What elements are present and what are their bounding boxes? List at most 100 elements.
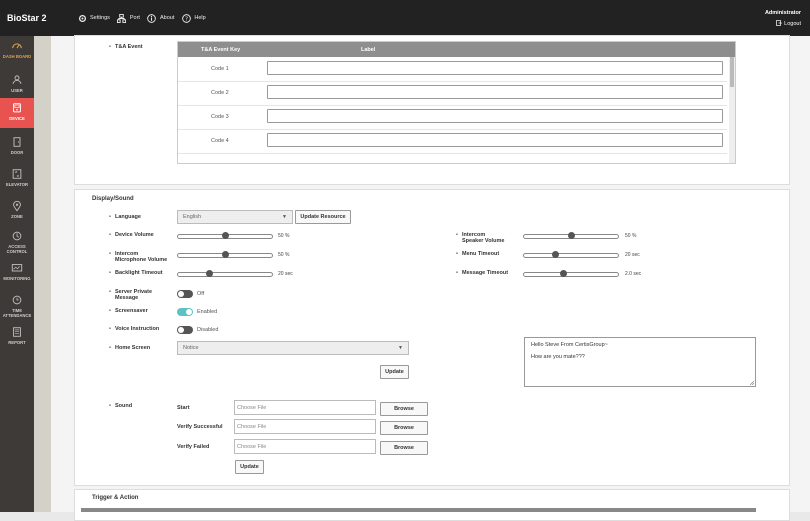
toggle-knob xyxy=(178,327,184,333)
menu-timeout-label: Menu Timeout xyxy=(456,251,499,257)
label-input[interactable] xyxy=(267,85,723,99)
server-private-state: Off xyxy=(197,291,205,297)
app-brand[interactable]: BioStar 2 xyxy=(7,13,47,23)
row-code: Code 4 xyxy=(211,138,229,144)
backlight-slider[interactable] xyxy=(177,270,273,277)
logout-link[interactable]: Logout xyxy=(765,20,801,28)
slider-knob[interactable] xyxy=(552,251,560,258)
row-code: Code 1 xyxy=(211,66,229,72)
user-name[interactable]: Administrator xyxy=(765,10,801,16)
language-value: English xyxy=(183,214,202,220)
update-resource-button[interactable]: Update Resource xyxy=(295,210,351,224)
monitoring-icon xyxy=(11,264,23,272)
slider-knob[interactable] xyxy=(206,270,214,277)
notice-line-2: How are you mate??? xyxy=(531,354,585,360)
intercom-mic-value: 50 % xyxy=(278,252,290,258)
about-link[interactable]: About xyxy=(147,13,174,23)
user-icon xyxy=(12,75,22,84)
sidebar-item-label: DASH BOARD xyxy=(2,54,32,59)
sidebar-item-zone[interactable]: ZONE xyxy=(0,196,34,226)
device-volume-slider[interactable] xyxy=(177,232,273,239)
time-attendance-icon xyxy=(12,295,22,305)
sound-verify-failed-file[interactable]: Choose File xyxy=(234,439,376,454)
sidebar-item-label: REPORT xyxy=(8,340,26,345)
menu-timeout-slider[interactable] xyxy=(523,251,619,258)
intercom-speaker-label: Intercom Speaker Volume xyxy=(456,232,504,244)
server-private-label-line2: Message xyxy=(115,295,139,301)
sound-start-file[interactable]: Choose File xyxy=(234,400,376,415)
language-label: Language xyxy=(109,214,141,220)
sidebar-item-label: ELEVATOR xyxy=(5,182,29,187)
sound-verify-success-file[interactable]: Choose File xyxy=(234,419,376,434)
notice-textarea[interactable]: Hello Steve From CertisGroup~ How are yo… xyxy=(524,337,756,387)
svg-text:?: ? xyxy=(185,16,188,22)
sidebar-item-time-attendance[interactable]: TIME ATTENDANCE xyxy=(0,290,34,320)
table-scrollbar[interactable] xyxy=(729,57,735,163)
main-content: T&A Event T&A Event Key Label Code 1 Cod… xyxy=(51,35,810,521)
row-code: Code 3 xyxy=(211,114,229,120)
sidebar-item-user[interactable]: USER xyxy=(0,70,34,100)
sidebar-item-door[interactable]: DOOR xyxy=(0,132,34,162)
intercom-mic-label-line2: Microphone Volume xyxy=(115,257,168,263)
zone-icon xyxy=(13,200,21,212)
device-icon xyxy=(13,103,21,113)
slider-knob[interactable] xyxy=(221,232,229,239)
slider-knob[interactable] xyxy=(559,270,567,277)
slider-knob[interactable] xyxy=(567,232,575,239)
sidebar-item-access-control[interactable]: ACCESS CONTROL xyxy=(0,226,34,256)
device-volume-label: Device Volume xyxy=(109,232,154,238)
resize-handle-icon[interactable] xyxy=(749,380,754,385)
language-select[interactable]: English ▼ xyxy=(177,210,293,224)
label-input[interactable] xyxy=(267,109,723,123)
scrollbar-thumb[interactable] xyxy=(730,57,734,87)
screensaver-toggle[interactable] xyxy=(177,308,193,316)
home-screen-label: Home Screen xyxy=(109,345,150,351)
sidebar-item-label: TIME ATTENDANCE xyxy=(2,308,32,318)
notice-line-1: Hello Steve From CertisGroup~ xyxy=(531,342,608,348)
trigger-action-title: Trigger & Action xyxy=(92,495,139,501)
settings-link[interactable]: Settings xyxy=(77,13,110,23)
sound-verify-failed-browse-button[interactable]: Browse xyxy=(380,441,428,455)
voice-instruction-label: Voice Instruction xyxy=(109,326,159,332)
sidebar-item-monitoring[interactable]: MONITORING xyxy=(0,258,34,288)
home-screen-select[interactable]: Notice ▼ xyxy=(177,341,409,355)
voice-instruction-toggle[interactable] xyxy=(177,326,193,334)
sidebar-item-device[interactable]: DEVICE xyxy=(0,98,34,128)
col-ta-event-key: T&A Event Key xyxy=(201,47,241,53)
message-timeout-slider[interactable] xyxy=(523,270,619,277)
message-timeout-value: 2.0 sec xyxy=(625,271,642,277)
home-screen-value: Notice xyxy=(183,345,199,351)
sound-verify-success-browse-button[interactable]: Browse xyxy=(380,421,428,435)
side-strip xyxy=(34,36,51,512)
table-row: Code 2 xyxy=(178,81,727,106)
sidebar-item-elevator[interactable]: ELEVATOR xyxy=(0,164,34,194)
col-label: Label xyxy=(361,47,376,53)
intercom-mic-slider[interactable] xyxy=(177,251,273,258)
ta-panel: T&A Event T&A Event Key Label Code 1 Cod… xyxy=(74,35,790,185)
label-input[interactable] xyxy=(267,133,723,147)
voice-instruction-state: Disabled xyxy=(197,327,219,333)
slider-knob[interactable] xyxy=(221,251,229,258)
sound-start-browse-button[interactable]: Browse xyxy=(380,402,428,416)
intercom-speaker-value: 50 % xyxy=(625,233,637,239)
home-update-button[interactable]: Update xyxy=(380,365,409,379)
chevron-down-icon: ▼ xyxy=(282,214,287,220)
display-sound-title: Display/Sound xyxy=(92,196,134,202)
ta-table: T&A Event Key Label Code 1 Code 2 Code 3… xyxy=(177,41,736,164)
backlight-value: 20 sec xyxy=(278,271,293,277)
label-input[interactable] xyxy=(267,61,723,75)
sidebar-item-dash-board[interactable]: DASH BOARD xyxy=(0,36,34,66)
intercom-speaker-slider[interactable] xyxy=(523,232,619,239)
server-private-toggle[interactable] xyxy=(177,290,193,298)
sidebar-item-label: USER xyxy=(11,88,23,93)
sound-label: Sound xyxy=(109,403,132,409)
sound-update-button[interactable]: Update xyxy=(235,460,264,474)
ta-event-label: T&A Event xyxy=(109,44,143,50)
access-control-icon xyxy=(12,231,22,241)
sidebar-item-report[interactable]: REPORT xyxy=(0,322,34,352)
file-placeholder: Choose File xyxy=(237,444,267,450)
port-link[interactable]: Port xyxy=(117,13,140,23)
elevator-icon xyxy=(12,169,22,179)
help-link[interactable]: ? Help xyxy=(181,13,206,23)
sidebar-item-label: DOOR xyxy=(10,150,24,155)
